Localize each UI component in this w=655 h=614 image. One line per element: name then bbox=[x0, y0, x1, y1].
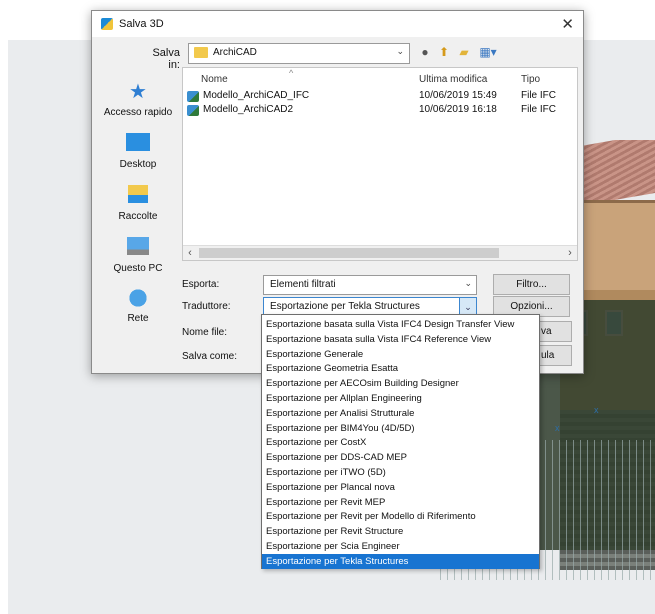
dropdown-option[interactable]: Esportazione per Scia Engineer bbox=[262, 539, 539, 554]
new-folder-icon[interactable]: ▰ bbox=[456, 44, 472, 60]
place-network[interactable]: Rete bbox=[94, 287, 182, 324]
save-in-combobox[interactable]: ArchiCAD ⌄ bbox=[188, 43, 410, 64]
dropdown-option[interactable]: Esportazione Generale bbox=[262, 347, 539, 362]
column-header-name[interactable]: Nome bbox=[201, 74, 228, 85]
saveas-label: Salva come: bbox=[182, 351, 238, 362]
sort-ascending-icon: ^ bbox=[289, 68, 294, 78]
scroll-left-icon[interactable]: ‹ bbox=[183, 246, 197, 260]
file-row[interactable]: Modello_ArchiCAD2 10/06/2019 16:18 File … bbox=[183, 104, 577, 117]
file-list[interactable]: Nome ^ Ultima modifica Tipo Modello_Arch… bbox=[182, 67, 578, 261]
save-button[interactable]: va bbox=[538, 321, 572, 342]
dropdown-option[interactable]: Esportazione per Analisi Strutturale bbox=[262, 406, 539, 421]
column-header-modified[interactable]: Ultima modifica bbox=[419, 74, 487, 85]
libraries-icon bbox=[128, 185, 148, 203]
dropdown-option[interactable]: Esportazione basata sulla Vista IFC4 Des… bbox=[262, 317, 539, 332]
dropdown-option[interactable]: Esportazione per Revit per Modello di Ri… bbox=[262, 509, 539, 524]
filename-label: Nome file: bbox=[182, 327, 228, 338]
file-name: Modello_ArchiCAD2 bbox=[203, 104, 294, 115]
dropdown-option[interactable]: Esportazione per Revit Structure bbox=[262, 524, 539, 539]
computer-icon bbox=[127, 237, 149, 255]
star-icon: ★ bbox=[129, 81, 147, 103]
save-in-value: ArchiCAD bbox=[213, 47, 257, 58]
ifc-file-icon bbox=[187, 105, 199, 116]
dropdown-option[interactable]: Esportazione per Revit MEP bbox=[262, 495, 539, 510]
chevron-down-icon: ⌄ bbox=[464, 278, 472, 288]
place-label: Desktop bbox=[119, 159, 157, 170]
dropdown-option[interactable]: Esportazione per iTWO (5D) bbox=[262, 465, 539, 480]
axis-label: x bbox=[555, 423, 560, 433]
horizontal-scrollbar[interactable]: ‹ › bbox=[183, 245, 577, 260]
column-header-type[interactable]: Tipo bbox=[521, 74, 540, 85]
place-this-pc[interactable]: Questo PC bbox=[94, 237, 182, 274]
file-type: File IFC bbox=[521, 90, 556, 101]
export-label: Esporta: bbox=[182, 279, 220, 290]
dropdown-option[interactable]: Esportazione per AECOsim Building Design… bbox=[262, 376, 539, 391]
folder-icon bbox=[194, 47, 208, 58]
scroll-right-icon[interactable]: › bbox=[563, 246, 577, 260]
file-modified: 10/06/2019 16:18 bbox=[419, 104, 497, 115]
view-menu-icon[interactable]: ▦▾ bbox=[477, 44, 499, 60]
export-value: Elementi filtrati bbox=[270, 279, 336, 290]
dropdown-option[interactable]: Esportazione per CostX bbox=[262, 435, 539, 450]
places-bar: ★ Accesso rapido Desktop Raccolte Questo… bbox=[94, 71, 182, 351]
network-icon bbox=[127, 287, 149, 309]
archicad-app-icon bbox=[101, 18, 113, 30]
desktop-icon bbox=[126, 133, 150, 151]
dropdown-option-selected[interactable]: Esportazione per Tekla Structures bbox=[262, 553, 539, 569]
export-select[interactable]: Elementi filtrati ⌄ bbox=[263, 275, 477, 295]
title-bar[interactable]: Salva 3D ✕ bbox=[92, 11, 583, 37]
file-modified: 10/06/2019 15:49 bbox=[419, 90, 497, 101]
place-label: Raccolte bbox=[118, 211, 158, 222]
place-libraries[interactable]: Raccolte bbox=[94, 185, 182, 222]
place-label: Accesso rapido bbox=[103, 107, 173, 118]
file-name: Modello_ArchiCAD_IFC bbox=[203, 90, 310, 101]
dropdown-option[interactable]: Esportazione per Allplan Engineering bbox=[262, 391, 539, 406]
axis-label: x bbox=[594, 405, 599, 415]
close-icon[interactable]: ✕ bbox=[561, 15, 574, 33]
ifc-file-icon bbox=[187, 91, 199, 102]
up-folder-icon[interactable]: ⬆ bbox=[436, 44, 452, 60]
chevron-down-icon: ⌄ bbox=[396, 46, 404, 56]
dropdown-option[interactable]: Esportazione per Plancal nova bbox=[262, 480, 539, 495]
place-label: Questo PC bbox=[113, 263, 163, 274]
dropdown-option[interactable]: Esportazione basata sulla Vista IFC4 Ref… bbox=[262, 332, 539, 347]
translator-label: Traduttore: bbox=[182, 301, 231, 312]
file-row[interactable]: Modello_ArchiCAD_IFC 10/06/2019 15:49 Fi… bbox=[183, 90, 577, 103]
dropdown-option[interactable]: Esportazione per DDS-CAD MEP bbox=[262, 450, 539, 465]
place-label: Rete bbox=[127, 313, 149, 324]
dropdown-option[interactable]: Esportazione Geometria Esatta bbox=[262, 361, 539, 376]
translator-value: Esportazione per Tekla Structures bbox=[270, 301, 420, 312]
dialog-title: Salva 3D bbox=[119, 18, 164, 30]
cancel-button[interactable]: ula bbox=[538, 345, 572, 366]
file-type: File IFC bbox=[521, 104, 556, 115]
filter-button[interactable]: Filtro... bbox=[493, 274, 570, 295]
back-icon[interactable]: ● bbox=[417, 44, 433, 60]
save-in-label: Salva in: bbox=[152, 47, 180, 71]
dropdown-option[interactable]: Esportazione per BIM4You (4D/5D) bbox=[262, 421, 539, 436]
scrollbar-thumb[interactable] bbox=[199, 248, 499, 258]
place-quick-access[interactable]: ★ Accesso rapido bbox=[94, 81, 182, 118]
translator-dropdown-list[interactable]: Esportazione basata sulla Vista IFC4 Des… bbox=[261, 314, 540, 569]
place-desktop[interactable]: Desktop bbox=[94, 133, 182, 170]
